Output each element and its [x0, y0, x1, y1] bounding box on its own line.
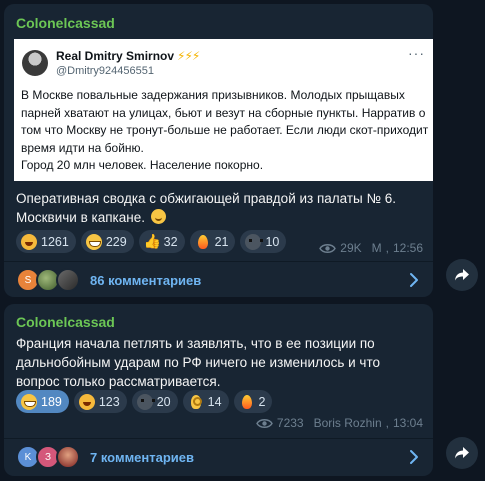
- reaction-count: 1261: [41, 234, 69, 249]
- comments-button[interactable]: S 86 комментариев: [4, 262, 433, 297]
- share-arrow-icon: [455, 447, 469, 459]
- reaction-rofl[interactable]: 1261: [16, 230, 76, 253]
- message-meta: 7233 Boris Rozhin, 13:04: [256, 416, 423, 430]
- reaction-count: 123: [98, 394, 120, 409]
- ok-hand-emoji-icon: [188, 394, 204, 410]
- reaction-count: 14: [207, 394, 222, 409]
- tweet-author-handle: @Dmitry924456551: [56, 65, 154, 77]
- tweet-author-avatar: [22, 50, 48, 76]
- reaction-fire[interactable]: 21: [189, 230, 236, 253]
- post-time: 12:56: [392, 241, 423, 255]
- eye-icon: [256, 418, 273, 429]
- comments-count-label[interactable]: 86 комментариев: [90, 273, 201, 288]
- smile-emoji-icon: [150, 209, 166, 224]
- comments-button[interactable]: K З 7 комментариев: [4, 439, 433, 475]
- view-count: 7233: [276, 416, 304, 430]
- reaction-count: 2: [258, 394, 266, 409]
- skull-emoji-icon: [245, 233, 264, 250]
- reactions-bar: 189 123 20 14 2: [16, 390, 273, 413]
- lightning-icon: ⚡⚡⚡: [177, 49, 200, 63]
- reaction-skull[interactable]: 20: [131, 390, 178, 413]
- message-bubble[interactable]: Colonelcassad Франция начала петлять и з…: [4, 304, 433, 476]
- message-text: Франция начала петлять и заявлять, что в…: [16, 336, 380, 389]
- reaction-count: 32: [163, 234, 178, 249]
- grin-emoji-icon: [85, 233, 102, 250]
- reaction-count: 10: [265, 234, 280, 249]
- view-count: 29K: [340, 241, 362, 255]
- eye-icon: [319, 243, 337, 254]
- avatar: [56, 445, 80, 469]
- tweet-text: В Москве повальные задержания призывнико…: [21, 88, 429, 172]
- avatar: [56, 268, 80, 292]
- reaction-grin[interactable]: 189: [16, 390, 69, 413]
- reaction-thumbs-up[interactable]: 32: [138, 230, 185, 253]
- reaction-ok-hand[interactable]: 14: [182, 390, 229, 413]
- reactions-bar: 1261 229 32 21 10: [16, 230, 287, 253]
- message-meta: 29K M, 12:56: [319, 241, 423, 255]
- forward-button[interactable]: [446, 259, 478, 291]
- reaction-skull[interactable]: 10: [240, 230, 287, 253]
- reaction-rofl[interactable]: 123: [73, 390, 127, 413]
- channel-name[interactable]: Colonelcassad: [16, 15, 115, 31]
- thumbs-up-emoji-icon: [144, 233, 161, 250]
- forward-button[interactable]: [446, 437, 478, 469]
- reaction-count: 229: [105, 234, 127, 249]
- reaction-grin[interactable]: 229: [80, 230, 134, 253]
- channel-name[interactable]: Colonelcassad: [16, 314, 115, 330]
- message-bubble[interactable]: Colonelcassad Real Dmitry Smirnov ⚡⚡⚡ @Dm…: [4, 4, 433, 297]
- commenter-avatars: K З: [16, 445, 82, 469]
- message-text: Оперативная сводка с обжигающей правдой …: [16, 191, 396, 225]
- reaction-count: 21: [214, 234, 229, 249]
- tweet-author-name: Real Dmitry Smirnov ⚡⚡⚡: [56, 49, 200, 63]
- reaction-count: 20: [156, 394, 171, 409]
- commenter-avatars: S: [16, 268, 82, 292]
- fire-emoji-icon: [195, 234, 211, 250]
- post-time: 13:04: [392, 416, 423, 430]
- skull-emoji-icon: [136, 393, 155, 410]
- chevron-right-icon: [409, 272, 419, 288]
- reaction-count: 189: [41, 394, 62, 409]
- fire-emoji-icon: [239, 394, 255, 410]
- more-options-icon: ···: [408, 45, 425, 61]
- reaction-fire[interactable]: 2: [233, 390, 273, 413]
- chevron-right-icon: [409, 449, 419, 465]
- grin-emoji-icon: [21, 393, 37, 410]
- post-author: M: [371, 241, 382, 255]
- rofl-emoji-icon: [78, 393, 95, 410]
- share-arrow-icon: [455, 269, 469, 281]
- comments-count-label[interactable]: 7 комментариев: [90, 450, 194, 465]
- post-author: Boris Rozhin: [313, 416, 382, 430]
- embedded-tweet-image[interactable]: Real Dmitry Smirnov ⚡⚡⚡ @Dmitry924456551 …: [14, 39, 433, 181]
- rofl-emoji-icon: [21, 233, 37, 250]
